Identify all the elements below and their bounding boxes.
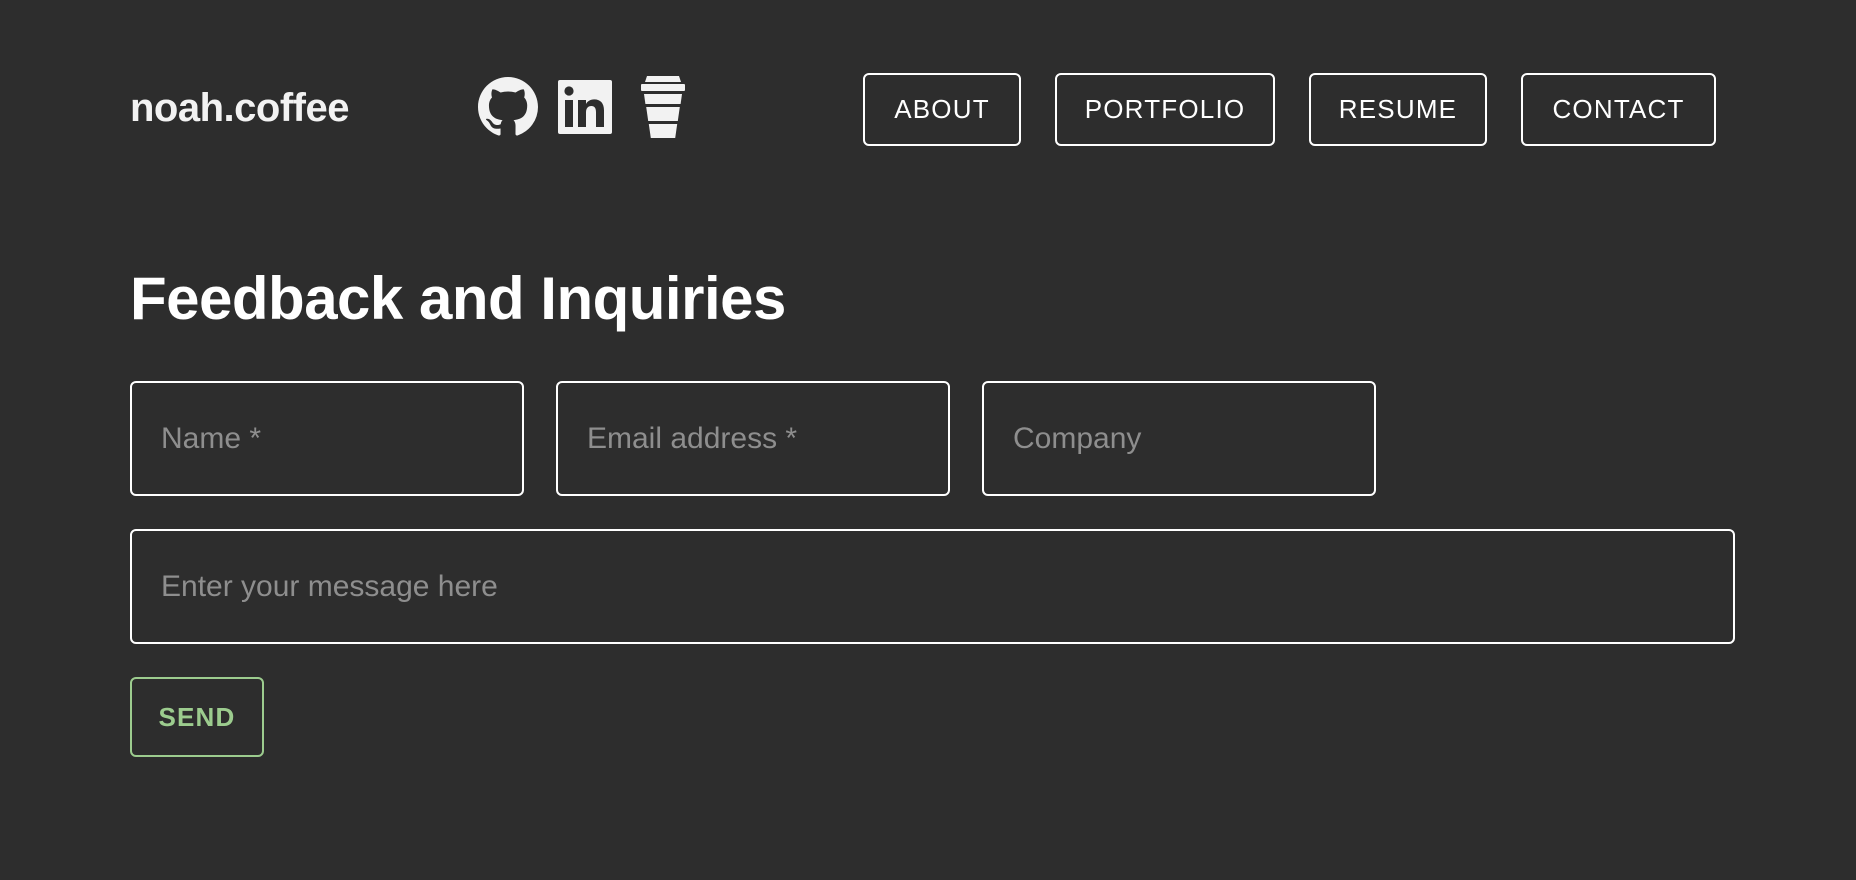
page: noah.coffee ABOUT PORTFOLIO RESUME CONTA… [0,0,1856,880]
nav-resume-button[interactable]: RESUME [1309,73,1487,146]
site-logo[interactable]: noah.coffee [130,86,349,131]
coffee-cup-icon [641,76,685,138]
main-nav: ABOUT PORTFOLIO RESUME CONTACT [863,73,1716,146]
github-link[interactable] [478,77,538,137]
nav-about-button[interactable]: ABOUT [863,73,1021,146]
nav-contact-button[interactable]: CONTACT [1521,73,1716,146]
send-button[interactable]: SEND [130,677,264,757]
linkedin-link[interactable] [558,80,612,134]
coffee-link[interactable] [638,74,688,140]
github-icon [478,77,538,136]
message-input[interactable] [130,529,1735,644]
name-input[interactable] [130,381,524,496]
email-input[interactable] [556,381,950,496]
company-input[interactable] [982,381,1376,496]
nav-portfolio-button[interactable]: PORTFOLIO [1055,73,1275,146]
page-title: Feedback and Inquiries [130,265,786,332]
linkedin-icon [558,80,612,134]
social-links [478,74,688,140]
